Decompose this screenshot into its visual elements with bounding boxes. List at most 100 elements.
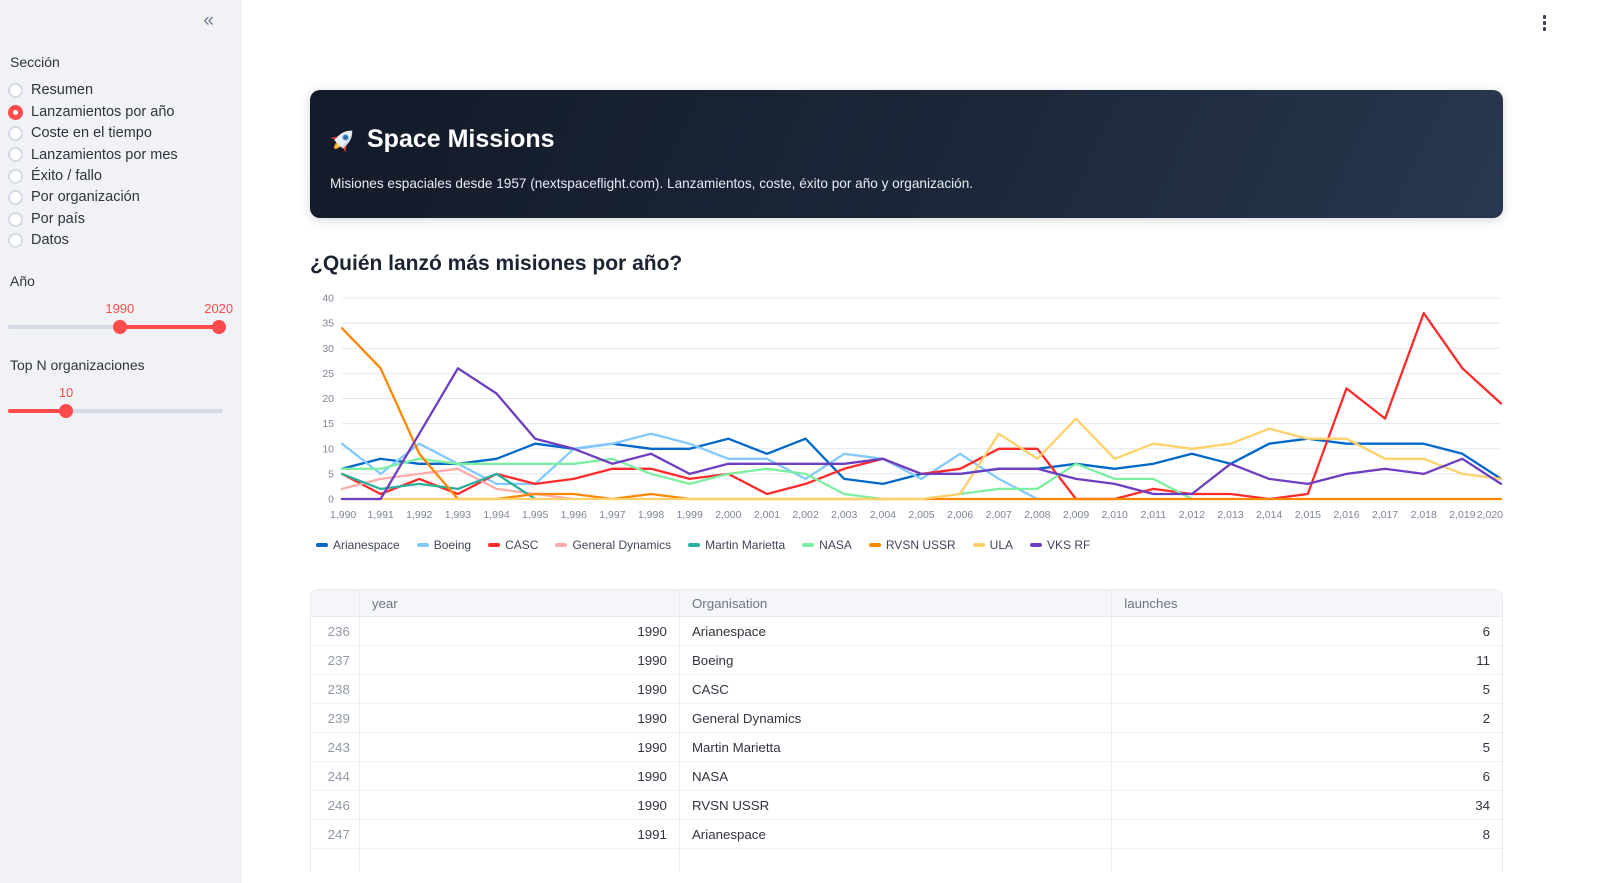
rocket-icon (330, 126, 357, 153)
svg-text:15: 15 (322, 418, 334, 430)
radio-selected-icon[interactable] (8, 104, 23, 120)
table-cell: 6 (1112, 762, 1502, 791)
table-cell: 1990 (359, 704, 680, 733)
row-index-cell: 238 (311, 675, 360, 704)
table-cell: RVSN USSR (679, 791, 1113, 820)
app-root: « Sección Resumen Lanzamientos por año Cos… (0, 0, 1600, 883)
legend-item-arianespace: Arianespace (316, 538, 400, 552)
column-header-index[interactable] (311, 590, 360, 617)
radio-label: Lanzamientos por año (31, 103, 175, 120)
sidebar-collapse-icon[interactable]: « (199, 8, 218, 34)
sidebar-radio-datos[interactable]: Datos (8, 230, 223, 251)
legend-label: Martin Marietta (705, 538, 786, 552)
svg-text:2,017: 2,017 (1372, 509, 1398, 521)
table-cell (679, 849, 1113, 872)
legend-swatch-icon (316, 543, 328, 547)
legend-label: General Dynamics (572, 538, 672, 552)
svg-text:1,992: 1,992 (406, 509, 432, 521)
legend-label: Boeing (433, 538, 472, 552)
svg-text:1,999: 1,999 (677, 509, 703, 521)
svg-text:2,006: 2,006 (947, 509, 973, 521)
radio-unselected-icon[interactable] (8, 211, 23, 227)
slider-thumb[interactable] (59, 404, 74, 419)
table-cell: Arianespace (679, 617, 1113, 646)
column-header-organisation[interactable]: Organisation (679, 590, 1113, 617)
svg-text:1,993: 1,993 (445, 509, 471, 521)
table-cell: 5 (1112, 733, 1502, 762)
sidebar-radio-por-organizaci-n[interactable]: Por organización (8, 187, 223, 208)
sidebar-radio-lanzamientos-por-a-o[interactable]: Lanzamientos por año (8, 101, 223, 122)
table-row: 238 1990 CASC 5 (311, 675, 1502, 704)
topn-slider[interactable]: 10 (8, 383, 223, 431)
svg-text:40: 40 (322, 293, 334, 305)
table-row-partial (311, 849, 1502, 872)
sidebar-radio-xito-fallo[interactable]: Éxito / fallo (8, 166, 223, 187)
radio-label: Resumen (31, 82, 94, 99)
svg-text:2,008: 2,008 (1024, 509, 1050, 521)
dataframe[interactable]: year Organisation launches 236 1990 Arianespa… (310, 589, 1503, 872)
slider-active-range (8, 409, 67, 414)
row-index-cell: 246 (311, 791, 360, 820)
svg-text:2,010: 2,010 (1102, 509, 1128, 521)
sidebar-radio-lanzamientos-por-mes[interactable]: Lanzamientos por mes (8, 144, 223, 165)
table-row: 239 1990 General Dynamics 2 (311, 704, 1502, 733)
table-header-row: year Organisation launches (311, 590, 1502, 617)
radio-unselected-icon[interactable] (8, 83, 23, 99)
column-header-launches[interactable]: launches (1112, 590, 1502, 617)
sidebar-radio-coste-en-el-tiempo[interactable]: Coste en el tiempo (8, 123, 223, 144)
table-cell: 1990 (359, 733, 680, 762)
row-index-cell: 247 (311, 820, 360, 849)
svg-text:2,007: 2,007 (986, 509, 1012, 521)
legend-label: RVSN USSR (885, 538, 956, 552)
table-cell: 1990 (359, 646, 680, 675)
svg-text:35: 35 (322, 318, 334, 330)
legend-swatch-icon (1030, 543, 1042, 547)
legend-label: VKS RF (1047, 538, 1091, 552)
radio-unselected-icon[interactable] (8, 147, 23, 163)
svg-text:2,000: 2,000 (715, 509, 741, 521)
sidebar-radio-resumen[interactable]: Resumen (8, 80, 223, 101)
series-line-casc (340, 311, 1503, 501)
radio-label: Éxito / fallo (31, 168, 102, 184)
radio-unselected-icon[interactable] (8, 232, 23, 248)
table-cell: Arianespace (679, 820, 1113, 849)
radio-unselected-icon[interactable] (8, 125, 23, 141)
year-range-slider[interactable]: 1990 2020 (8, 299, 233, 347)
hero-title: Space Missions (330, 125, 1483, 154)
slider-thumb[interactable] (112, 320, 127, 335)
hero-card: Space Missions Misiones espaciales desde… (310, 90, 1503, 218)
radio-group-label: Sección (10, 54, 60, 70)
table-cell: 1990 (359, 791, 680, 820)
legend-swatch-icon (416, 543, 429, 547)
legend-label: CASC (505, 538, 539, 552)
svg-text:1,994: 1,994 (483, 509, 509, 521)
svg-text:2,009: 2,009 (1063, 509, 1089, 521)
svg-text:2,020: 2,020 (1477, 509, 1503, 521)
table-row: 237 1990 Boeing 11 (311, 646, 1502, 675)
series-line-arianespace (340, 437, 1503, 486)
row-index-cell: 237 (311, 646, 360, 675)
radio-label: Datos (31, 232, 69, 249)
svg-text:1,998: 1,998 (638, 509, 664, 521)
kebab-menu-icon[interactable] (1539, 11, 1551, 35)
sidebar-radio-por-pa-s[interactable]: Por país (8, 208, 223, 229)
radio-unselected-icon[interactable] (8, 168, 23, 184)
table-row: 243 1990 Martin Marietta 5 (311, 733, 1502, 762)
table-cell: NASA (679, 762, 1113, 791)
legend-item-rvsn-ussr: RVSN USSR (868, 538, 956, 552)
legend-item-nasa: NASA (802, 538, 852, 552)
legend-label: ULA (989, 538, 1013, 552)
radio-unselected-icon[interactable] (8, 190, 23, 206)
column-header-year[interactable]: year (359, 590, 680, 617)
radio-label: Lanzamientos por mes (31, 146, 178, 163)
slider-value-label: 1990 (105, 301, 135, 317)
table-cell (359, 849, 680, 872)
table-cell: 8 (1112, 820, 1502, 849)
slider-value-label: 2020 (204, 301, 234, 317)
svg-text:25: 25 (322, 368, 334, 380)
table-cell: 1990 (359, 762, 680, 791)
legend-swatch-icon (868, 543, 881, 547)
slider-thumb[interactable] (211, 320, 226, 335)
table-cell: 11 (1112, 646, 1502, 675)
section-radio-group: Resumen Lanzamientos por año Coste en el t… (8, 80, 223, 251)
